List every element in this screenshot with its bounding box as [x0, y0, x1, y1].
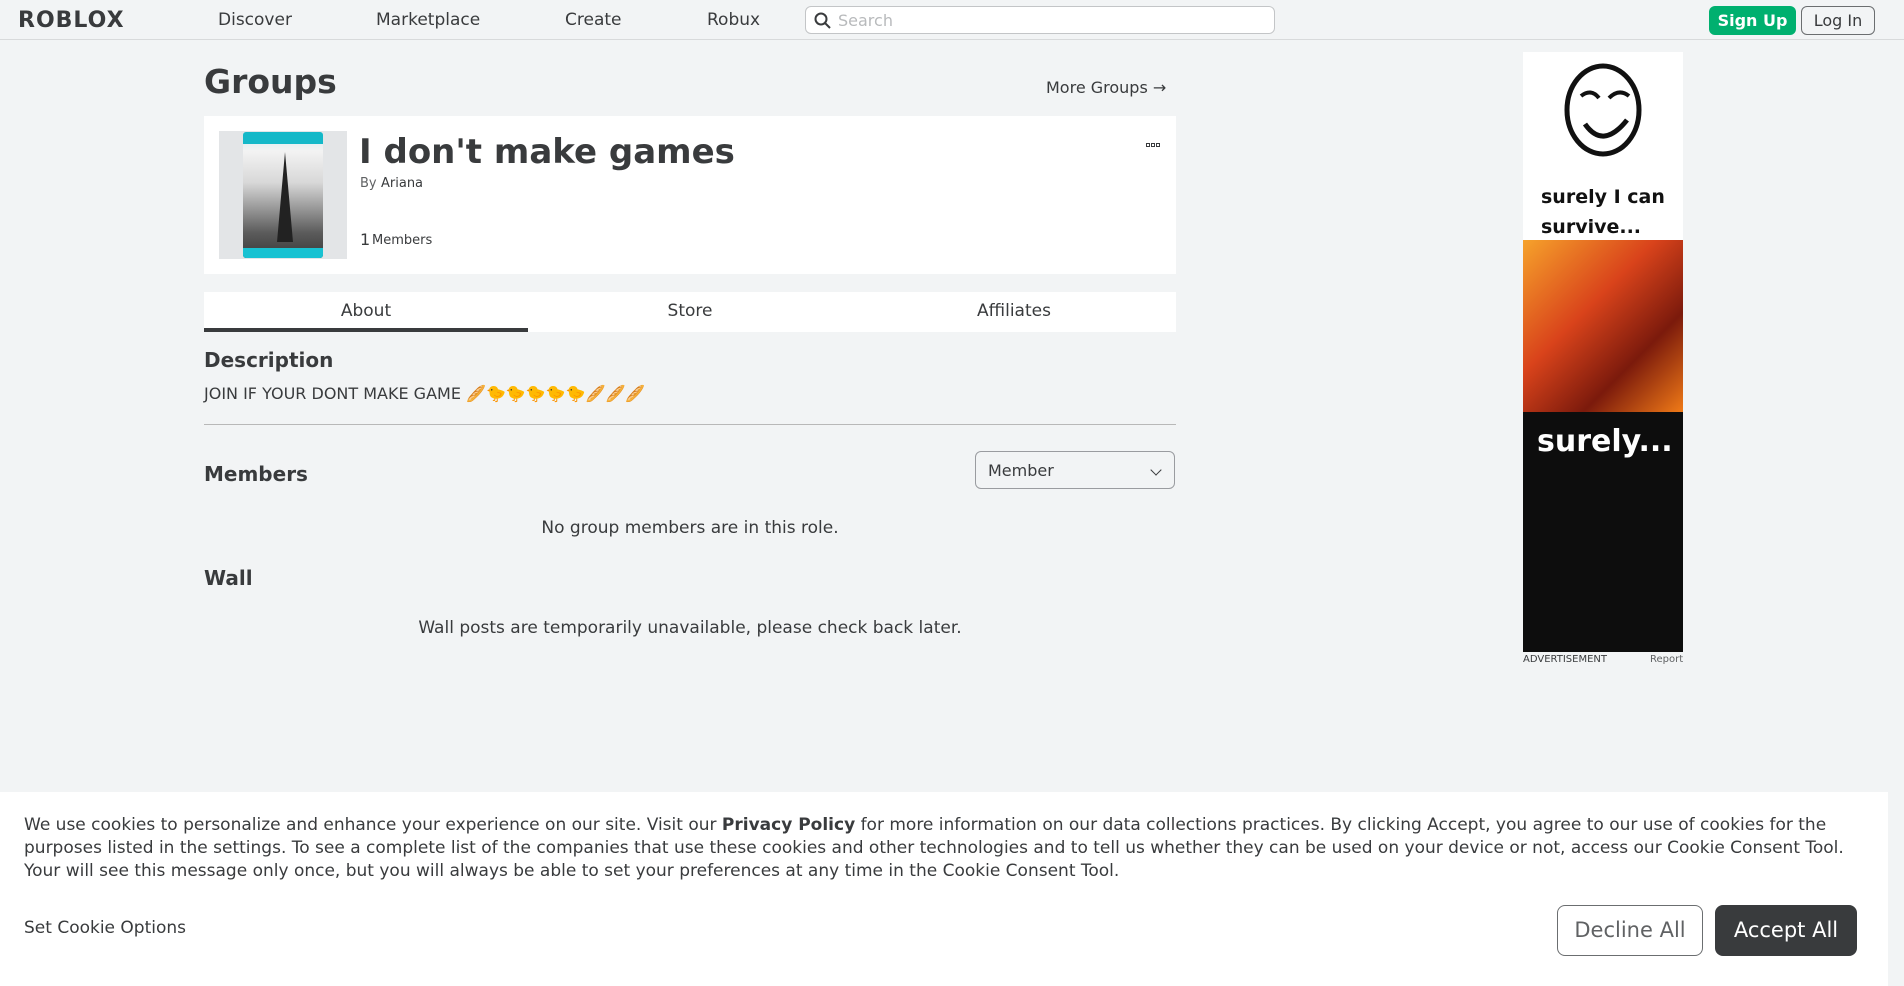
group-name: I don't make games — [359, 132, 735, 172]
chevron-down-icon — [1150, 464, 1162, 476]
group-by-label: By — [360, 176, 377, 191]
nav-robux[interactable]: Robux — [707, 10, 760, 30]
tab-affiliates[interactable]: Affiliates — [852, 292, 1176, 332]
wall-heading: Wall — [204, 566, 253, 590]
ad-caption-top: surely I can survive... — [1541, 186, 1665, 238]
more-groups-link[interactable]: More Groups → — [1046, 78, 1166, 97]
more-options-icon[interactable] — [1146, 132, 1164, 147]
top-nav-bar: ROBLOX Discover Marketplace Create Robux… — [0, 0, 1904, 40]
nav-create[interactable]: Create — [565, 10, 622, 30]
group-owner-link[interactable]: Ariana — [381, 176, 423, 191]
group-members-label: Members — [372, 233, 433, 248]
members-heading: Members — [204, 462, 308, 486]
meme-face-icon — [1564, 63, 1642, 157]
cookie-consent-banner: We use cookies to personalize and enhanc… — [0, 792, 1888, 986]
privacy-policy-link[interactable]: Privacy Policy — [722, 815, 855, 835]
group-members-count: 1 — [360, 230, 371, 249]
cookie-message: We use cookies to personalize and enhanc… — [24, 815, 1844, 881]
page-title: Groups — [204, 62, 337, 101]
advertisement-label: ADVERTISEMENT — [1523, 654, 1608, 665]
group-tabs: About Store Affiliates — [204, 292, 1176, 332]
tab-about[interactable]: About — [204, 292, 528, 332]
no-members-message: No group members are in this role. — [541, 518, 839, 538]
decline-all-button[interactable]: Decline All — [1557, 905, 1703, 956]
scrollbar[interactable] — [1888, 40, 1904, 986]
nav-marketplace[interactable]: Marketplace — [376, 10, 480, 30]
search-icon — [814, 12, 831, 29]
log-in-button[interactable]: Log In — [1801, 6, 1875, 35]
group-emblem — [219, 131, 347, 259]
group-emblem-image — [243, 132, 323, 258]
roblox-logo[interactable]: ROBLOX — [18, 8, 125, 33]
search-box — [805, 6, 1275, 34]
group-header-card: I don't make games By Ariana 1 Members — [204, 116, 1176, 274]
ad-game-scene — [1523, 240, 1683, 412]
report-ad-link[interactable]: Report — [1650, 654, 1683, 665]
advertisement-banner[interactable]: surely I can survive... surely... — [1523, 52, 1683, 652]
role-dropdown-value: Member — [988, 461, 1054, 480]
nav-discover[interactable]: Discover — [218, 10, 292, 30]
description-text: JOIN IF YOUR DONT MAKE GAME 🥖🐤🐤🐤🐤🐤🥖🥖🥖 — [204, 384, 646, 403]
accept-all-button[interactable]: Accept All — [1715, 905, 1857, 956]
wall-unavailable-message: Wall posts are temporarily unavailable, … — [418, 618, 962, 638]
section-divider — [204, 424, 1176, 425]
role-dropdown[interactable]: Member — [975, 451, 1175, 489]
sign-up-button[interactable]: Sign Up — [1709, 6, 1796, 35]
search-input[interactable] — [838, 10, 1258, 30]
set-cookie-options-link[interactable]: Set Cookie Options — [24, 918, 186, 938]
ad-caption-bottom: surely... — [1537, 424, 1673, 459]
tab-store[interactable]: Store — [528, 292, 852, 332]
description-heading: Description — [204, 348, 334, 372]
